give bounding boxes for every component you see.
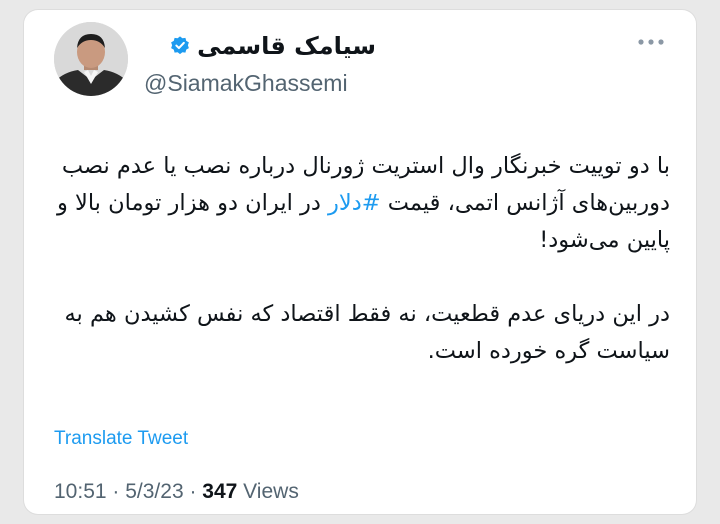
views-label: Views [237,480,299,503]
tweet-text: با دو توییت خبرنگار وال استریت ژورنال در… [40,148,670,370]
tweet-time[interactable]: 10:51 [54,480,107,503]
meta-separator: · [183,480,203,503]
verified-badge-icon [171,36,189,55]
tweet-paragraph-1: با دو توییت خبرنگار وال استریت ژورنال در… [40,148,670,259]
hashtag-link[interactable]: #دلار [328,190,381,216]
tweet-card: سیامک قاسمی @SiamakGhassemi با دو توییت … [24,10,696,514]
avatar-image [54,22,128,96]
author-handle[interactable]: @SiamakGhassemi [144,70,348,97]
author-display-name[interactable]: سیامک قاسمی [197,32,376,60]
translate-tweet-link[interactable]: Translate Tweet [54,428,188,450]
meta-separator: · [106,480,126,503]
tweet-date[interactable]: 5/3/23 [125,480,183,503]
views-count: 347 [202,480,238,503]
author-name-row[interactable]: سیامک قاسمی [169,32,376,60]
tweet-meta: 10:51 · 5/3/23 · 347 Views [54,480,299,504]
more-options-icon[interactable] [636,34,666,50]
avatar[interactable] [54,22,128,96]
tweet-paragraph-2: در این دریای عدم قطعیت، نه فقط اقتصاد که… [64,301,670,364]
